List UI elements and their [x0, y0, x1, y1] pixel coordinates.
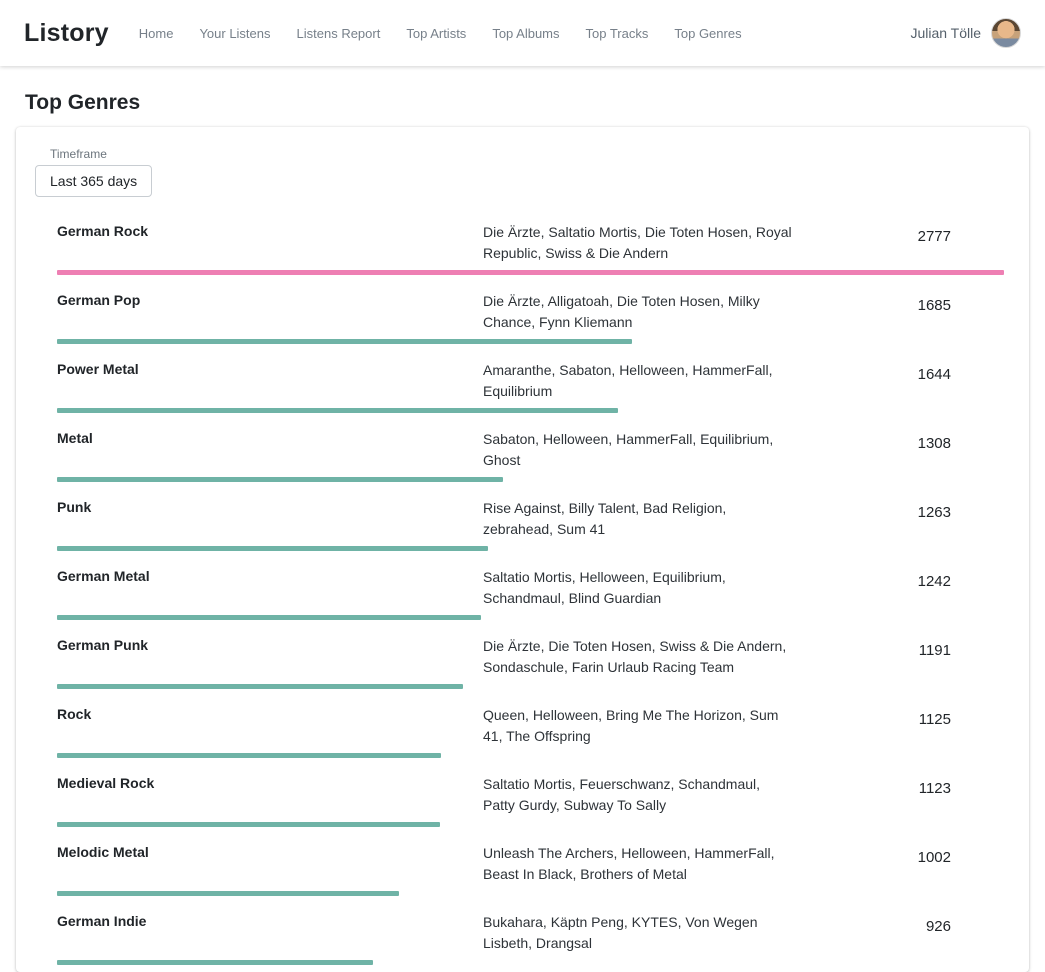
genre-name: Melodic Metal — [57, 843, 483, 860]
top-navbar: Listory Home Your Listens Listens Report… — [0, 0, 1045, 66]
genre-row[interactable]: German Pop Die Ärzte, Alligatoah, Die To… — [16, 280, 1029, 349]
genre-artists: Sabaton, Helloween, HammerFall, Equilibr… — [483, 429, 795, 471]
genre-count: 1002 — [795, 843, 1004, 866]
genre-count: 1263 — [795, 498, 1004, 521]
genre-row[interactable]: Punk Rise Against, Billy Talent, Bad Rel… — [16, 487, 1029, 556]
genre-artists: Unleash The Archers, Helloween, HammerFa… — [483, 843, 795, 885]
genre-artists: Die Ärzte, Alligatoah, Die Toten Hosen, … — [483, 291, 795, 333]
genre-row[interactable]: German Punk Die Ärzte, Die Toten Hosen, … — [16, 625, 1029, 694]
genre-row[interactable]: Power Metal Amaranthe, Sabaton, Hellowee… — [16, 349, 1029, 418]
nav-item-home[interactable]: Home — [139, 26, 174, 41]
genre-count: 1123 — [795, 774, 1004, 797]
user-avatar[interactable] — [991, 18, 1021, 48]
genre-name: Punk — [57, 498, 483, 515]
genre-bar — [57, 822, 440, 827]
nav-item-top-tracks[interactable]: Top Tracks — [586, 26, 649, 41]
genre-bar — [57, 408, 618, 413]
genre-artists: Saltatio Mortis, Feuerschwanz, Schandmau… — [483, 774, 795, 816]
genre-artists: Die Ärzte, Die Toten Hosen, Swiss & Die … — [483, 636, 795, 678]
nav-item-top-albums[interactable]: Top Albums — [492, 26, 559, 41]
genre-bar — [57, 477, 503, 482]
genre-row[interactable]: German Indie Bukahara, Käptn Peng, KYTES… — [16, 901, 1029, 970]
genre-name: Rock — [57, 705, 483, 722]
genre-row[interactable]: Rock Queen, Helloween, Bring Me The Hori… — [16, 694, 1029, 763]
genre-artists: Saltatio Mortis, Helloween, Equilibrium,… — [483, 567, 795, 609]
user-menu[interactable]: Julian Tölle — [910, 18, 1021, 48]
genre-count: 1644 — [795, 360, 1004, 383]
timeframe-label: Timeframe — [50, 147, 1029, 161]
genre-artists: Rise Against, Billy Talent, Bad Religion… — [483, 498, 795, 540]
top-genres-card: Timeframe Last 365 days German Rock Die … — [16, 127, 1029, 972]
genre-row[interactable]: Metal Sabaton, Helloween, HammerFall, Eq… — [16, 418, 1029, 487]
brand-logo[interactable]: Listory — [24, 19, 109, 48]
genre-artists: Queen, Helloween, Bring Me The Horizon, … — [483, 705, 795, 747]
genre-count: 1308 — [795, 429, 1004, 452]
genre-name: German Indie — [57, 912, 483, 929]
nav-item-top-artists[interactable]: Top Artists — [406, 26, 466, 41]
genre-name: German Pop — [57, 291, 483, 308]
genre-count: 1685 — [795, 291, 1004, 314]
genre-row[interactable]: German Metal Saltatio Mortis, Helloween,… — [16, 556, 1029, 625]
genre-bar — [57, 753, 441, 758]
nav-item-top-genres[interactable]: Top Genres — [674, 26, 741, 41]
genre-name: Metal — [57, 429, 483, 446]
genre-artists: Bukahara, Käptn Peng, KYTES, Von Wegen L… — [483, 912, 795, 954]
genre-name: German Punk — [57, 636, 483, 653]
nav-item-your-listens[interactable]: Your Listens — [199, 26, 270, 41]
genre-row[interactable]: German Rock Die Ärzte, Saltatio Mortis, … — [16, 211, 1029, 280]
genre-count: 1191 — [795, 636, 1004, 659]
genre-count: 1125 — [795, 705, 1004, 728]
timeframe-select[interactable]: Last 365 days — [35, 165, 152, 197]
genre-bar — [57, 615, 481, 620]
genre-bar — [57, 270, 1004, 275]
genre-name: Medieval Rock — [57, 774, 483, 791]
genre-count: 926 — [795, 912, 1004, 935]
genre-count: 2777 — [795, 222, 1004, 245]
nav-item-listens-report[interactable]: Listens Report — [297, 26, 381, 41]
genre-bar — [57, 339, 632, 344]
genre-row[interactable]: Medieval Rock Saltatio Mortis, Feuerschw… — [16, 763, 1029, 832]
user-name[interactable]: Julian Tölle — [910, 25, 981, 41]
page-title: Top Genres — [25, 91, 1045, 115]
genre-artists: Die Ärzte, Saltatio Mortis, Die Toten Ho… — [483, 222, 795, 264]
main-nav: Home Your Listens Listens Report Top Art… — [139, 26, 742, 41]
genre-name: Power Metal — [57, 360, 483, 377]
genre-bar — [57, 960, 373, 965]
genre-row[interactable]: Melodic Metal Unleash The Archers, Hello… — [16, 832, 1029, 901]
genre-artists: Amaranthe, Sabaton, Helloween, HammerFal… — [483, 360, 795, 402]
timeframe-filter: Timeframe Last 365 days — [16, 141, 1029, 211]
genre-table: German Rock Die Ärzte, Saltatio Mortis, … — [16, 211, 1029, 972]
genre-name: German Metal — [57, 567, 483, 584]
genre-bar — [57, 546, 488, 551]
genre-count: 1242 — [795, 567, 1004, 590]
genre-name: German Rock — [57, 222, 483, 239]
genre-bar — [57, 684, 463, 689]
genre-bar — [57, 891, 399, 896]
